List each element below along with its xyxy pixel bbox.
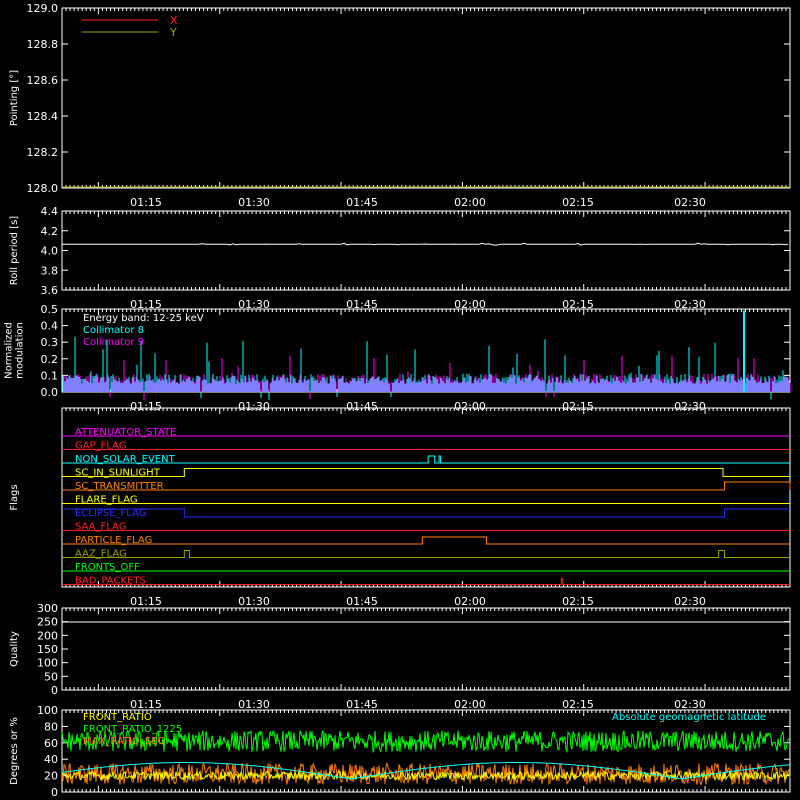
y-tick-label: 0.2: [41, 353, 59, 366]
flag-label: SC_TRANSMITTER: [75, 481, 164, 492]
y-tick-label: 80: [44, 720, 58, 733]
y-tick-label: 40: [44, 753, 58, 766]
time-tick-label: 01:15: [130, 196, 162, 209]
time-tick-label: 01:30: [238, 698, 270, 711]
y-tick-label: 300: [37, 602, 58, 615]
y-tick-label: 100: [37, 657, 58, 670]
time-tick-label: 02:30: [674, 196, 706, 209]
time-tick-label: 01:30: [238, 400, 270, 413]
flag-label: GAP_FLAG: [75, 441, 127, 452]
legend-label-y: Y: [169, 26, 177, 39]
plot-canvas: 01:15 01:30 01:45 02:00 02:15 02:30 129.0 128.8…: [0, 0, 800, 800]
y-tick-label: 4.2: [41, 225, 59, 238]
y-tick-label: 20: [44, 770, 58, 783]
y-tick-label: 200: [37, 629, 58, 642]
observing-summary-plot: 01:15 01:30 01:45 02:00 02:15 02:30 129.0 128.8…: [0, 0, 800, 800]
legend-label-latitude: Absolute geomagnetic latitude: [612, 712, 766, 723]
y-tick-label: 0.4: [41, 320, 59, 333]
y-tick-label: 0: [51, 786, 58, 799]
time-tick-label: 02:15: [562, 196, 594, 209]
y-axis-label: Degrees or %: [9, 717, 20, 785]
y-tick-label: 4.0: [41, 245, 59, 258]
flag-label: FLARE_FLAG: [75, 495, 138, 506]
y-tick-label: 128.0: [27, 182, 59, 195]
y-tick-label: 128.6: [27, 74, 59, 87]
flag-label: SC_IN_SUNLIGHT: [75, 468, 161, 479]
y-tick-label: 0.3: [41, 336, 59, 349]
energy-band-annotation: Energy band: 12-25 keV: [83, 313, 204, 324]
legend-label-ratio: FRONT_RATIO: [83, 712, 152, 723]
time-tick-label: 02:30: [674, 400, 706, 413]
time-tick-label: 01:30: [238, 595, 270, 608]
flag-label: SAA_FLAG: [75, 522, 126, 533]
time-tick-label: 01:45: [346, 595, 378, 608]
time-tick-label: 02:15: [562, 698, 594, 711]
legend-label-ratio: FRONT_RATIO_1225: [83, 724, 182, 735]
time-tick-label: 01:15: [130, 698, 162, 711]
y-axis-label: Normalized: [4, 322, 15, 379]
y-tick-label: 0: [51, 684, 58, 697]
time-tick-label: 02:00: [454, 698, 486, 711]
time-tick-label: 01:15: [130, 400, 162, 413]
y-tick-label: 0.0: [41, 386, 59, 399]
time-tick-label: 02:00: [454, 400, 486, 413]
y-tick-label: 4.4: [41, 205, 59, 218]
y-axis-label: Quality: [9, 631, 20, 667]
time-tick-label: 01:45: [346, 196, 378, 209]
time-tick-label: 01:45: [346, 400, 378, 413]
y-tick-label: 129.0: [27, 2, 59, 15]
y-tick-label: 128.4: [27, 110, 59, 123]
legend-label-collimator: Collimator 8: [83, 325, 144, 336]
y-tick-label: 3.6: [41, 284, 59, 297]
time-tick-label: 01:45: [346, 698, 378, 711]
flag-label: AAZ_FLAG: [75, 549, 127, 560]
y-tick-label: 100: [37, 704, 58, 717]
y-tick-label: 3.8: [41, 264, 59, 277]
flag-label: PARTICLE_FLAG: [75, 535, 152, 546]
time-tick-label: 02:00: [454, 196, 486, 209]
y-tick-label: 128.8: [27, 38, 59, 51]
time-tick-label: 02:30: [674, 698, 706, 711]
y-tick-label: 50: [44, 670, 58, 683]
flag-label: FRONTS_OFF: [75, 562, 140, 573]
y-tick-label: 128.2: [27, 146, 59, 159]
time-tick-label: 02:30: [674, 595, 706, 608]
y-tick-label: 0.5: [41, 303, 59, 316]
y-tick-label: 250: [37, 616, 58, 629]
legend-label-ratio: MAX_RATIO_SEG: [83, 736, 165, 747]
time-tick-label: 02:00: [454, 595, 486, 608]
flag-label: NON_SOLAR_EVENT: [75, 454, 176, 465]
y-axis-label: Roll period [s]: [9, 216, 20, 285]
time-tick-label: 02:15: [562, 400, 594, 413]
time-tick-label: 02:15: [562, 595, 594, 608]
y-axis-label: modulation: [15, 322, 26, 379]
time-tick-label: 01:30: [238, 196, 270, 209]
legend-label-collimator: Collimator 9: [83, 337, 144, 348]
flag-label: BAD_PACKETS: [75, 576, 146, 587]
y-axis-label: Pointing [°]: [9, 70, 20, 126]
y-tick-label: 60: [44, 737, 58, 750]
time-tick-label: 01:15: [130, 595, 162, 608]
y-tick-label: 0.1: [41, 369, 59, 382]
flag-label: ATTENUATOR_STATE: [75, 427, 176, 438]
y-axis-label: Flags: [9, 484, 20, 510]
y-tick-label: 150: [37, 643, 58, 656]
flag-label: ECLIPSE_FLAG: [75, 508, 146, 519]
